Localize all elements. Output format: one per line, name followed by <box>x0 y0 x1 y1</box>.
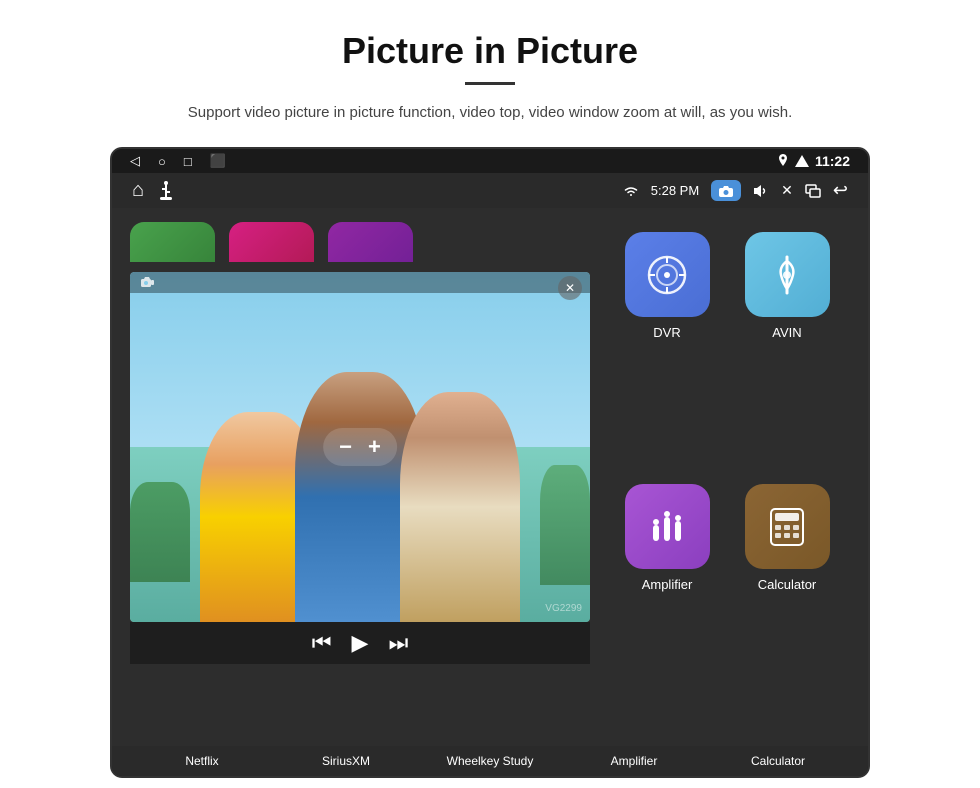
device-frame: ◁ ○ □ ⬛ 11:22 ⌂ 5:28 PM <box>110 147 870 778</box>
app-label-avin: AVIN <box>772 325 801 340</box>
volume-icon[interactable] <box>753 184 769 198</box>
play-pause-btn[interactable]: ▶ <box>352 630 369 656</box>
app-bar-left: ⌂ <box>132 179 174 202</box>
status-bar: ◁ ○ □ ⬛ 11:22 <box>112 149 868 173</box>
tree-right <box>540 465 590 585</box>
partial-apps-row <box>130 222 590 262</box>
app-label-calculator: Calculator <box>758 577 817 592</box>
bottom-label-amplifier[interactable]: Amplifier <box>589 754 679 768</box>
location-icon <box>777 154 789 168</box>
pip-cam-icon <box>140 277 154 288</box>
avin-icon <box>767 253 807 297</box>
home-icon[interactable]: ⌂ <box>132 179 144 202</box>
app-bar-time: 5:28 PM <box>651 183 699 198</box>
calculator-icon <box>766 505 808 549</box>
app-icon-box-dvr <box>625 232 710 317</box>
pip-people <box>130 342 590 622</box>
app-icon-box-calculator <box>745 484 830 569</box>
watermark: VG2299 <box>545 603 582 614</box>
partial-app-pink[interactable] <box>229 222 314 262</box>
pip-video: − + ✕ VG2299 <box>130 272 590 622</box>
pip-plus-btn[interactable]: + <box>368 434 381 460</box>
app-icon-box-amplifier <box>625 484 710 569</box>
skip-back-btn[interactable]: ⏮ <box>312 630 332 656</box>
close-icon-bar[interactable]: ✕ <box>781 182 793 199</box>
person-3 <box>400 392 520 622</box>
app-item-dvr[interactable]: DVR <box>614 232 720 470</box>
pip-controls: − + <box>323 428 397 466</box>
app-bar-right: 5:28 PM ✕ ↩ <box>623 180 848 201</box>
app-label-amplifier: Amplifier <box>642 577 693 592</box>
bottom-label-calculator[interactable]: Calculator <box>733 754 823 768</box>
app-grid-section: DVR AVIN <box>604 222 850 732</box>
playback-controls: ⏮ ▶ ⏭ <box>130 622 590 664</box>
main-content: − + ✕ VG2299 ⏮ ▶ ⏭ <box>112 208 868 746</box>
page-title: Picture in Picture <box>342 30 638 72</box>
home-nav-icon[interactable]: ○ <box>158 154 166 169</box>
signal-icon <box>795 155 809 167</box>
back-nav-icon[interactable]: ◁ <box>130 153 140 169</box>
wifi-icon-bar <box>623 185 639 197</box>
app-icon-box-avin <box>745 232 830 317</box>
dvr-icon <box>645 253 689 297</box>
pip-section: − + ✕ VG2299 ⏮ ▶ ⏭ <box>130 222 590 732</box>
skip-forward-btn[interactable]: ⏭ <box>388 630 408 656</box>
title-divider <box>465 82 515 85</box>
pip-container: − + ✕ VG2299 ⏮ ▶ ⏭ <box>130 272 590 732</box>
partial-app-green[interactable] <box>130 222 215 262</box>
bottom-label-netflix[interactable]: Netflix <box>157 754 247 768</box>
app-item-calculator[interactable]: Calculator <box>734 484 840 722</box>
window-icon[interactable] <box>805 184 821 198</box>
status-bar-right: 11:22 <box>777 153 850 169</box>
app-item-amplifier[interactable]: Amplifier <box>614 484 720 722</box>
pip-minus-btn[interactable]: − <box>339 434 352 460</box>
camera-button[interactable] <box>711 180 741 201</box>
page-container: Picture in Picture Support video picture… <box>0 0 980 788</box>
back-icon-bar[interactable]: ↩ <box>833 180 848 201</box>
app-grid: DVR AVIN <box>614 222 840 732</box>
tree-left <box>130 482 190 582</box>
camera-icon <box>718 185 734 198</box>
recents-nav-icon[interactable]: □ <box>184 154 192 169</box>
app-bar: ⌂ 5:28 PM ✕ ↩ <box>112 173 868 208</box>
status-time: 11:22 <box>815 153 850 169</box>
partial-app-purple[interactable] <box>328 222 413 262</box>
status-bar-left: ◁ ○ □ ⬛ <box>130 153 226 169</box>
app-item-avin[interactable]: AVIN <box>734 232 840 470</box>
amplifier-icon <box>645 505 689 549</box>
pip-overlay-bar <box>130 272 590 293</box>
bottom-label-siriusxm[interactable]: SiriusXM <box>301 754 391 768</box>
pip-close-btn[interactable]: ✕ <box>558 276 582 300</box>
usb-icon <box>158 181 174 201</box>
bottom-label-wheelkey[interactable]: Wheelkey Study <box>445 754 535 768</box>
bottom-labels: Netflix SiriusXM Wheelkey Study Amplifie… <box>112 746 868 776</box>
page-subtitle: Support video picture in picture functio… <box>188 101 792 125</box>
media-nav-icon[interactable]: ⬛ <box>210 153 226 169</box>
app-label-dvr: DVR <box>653 325 680 340</box>
